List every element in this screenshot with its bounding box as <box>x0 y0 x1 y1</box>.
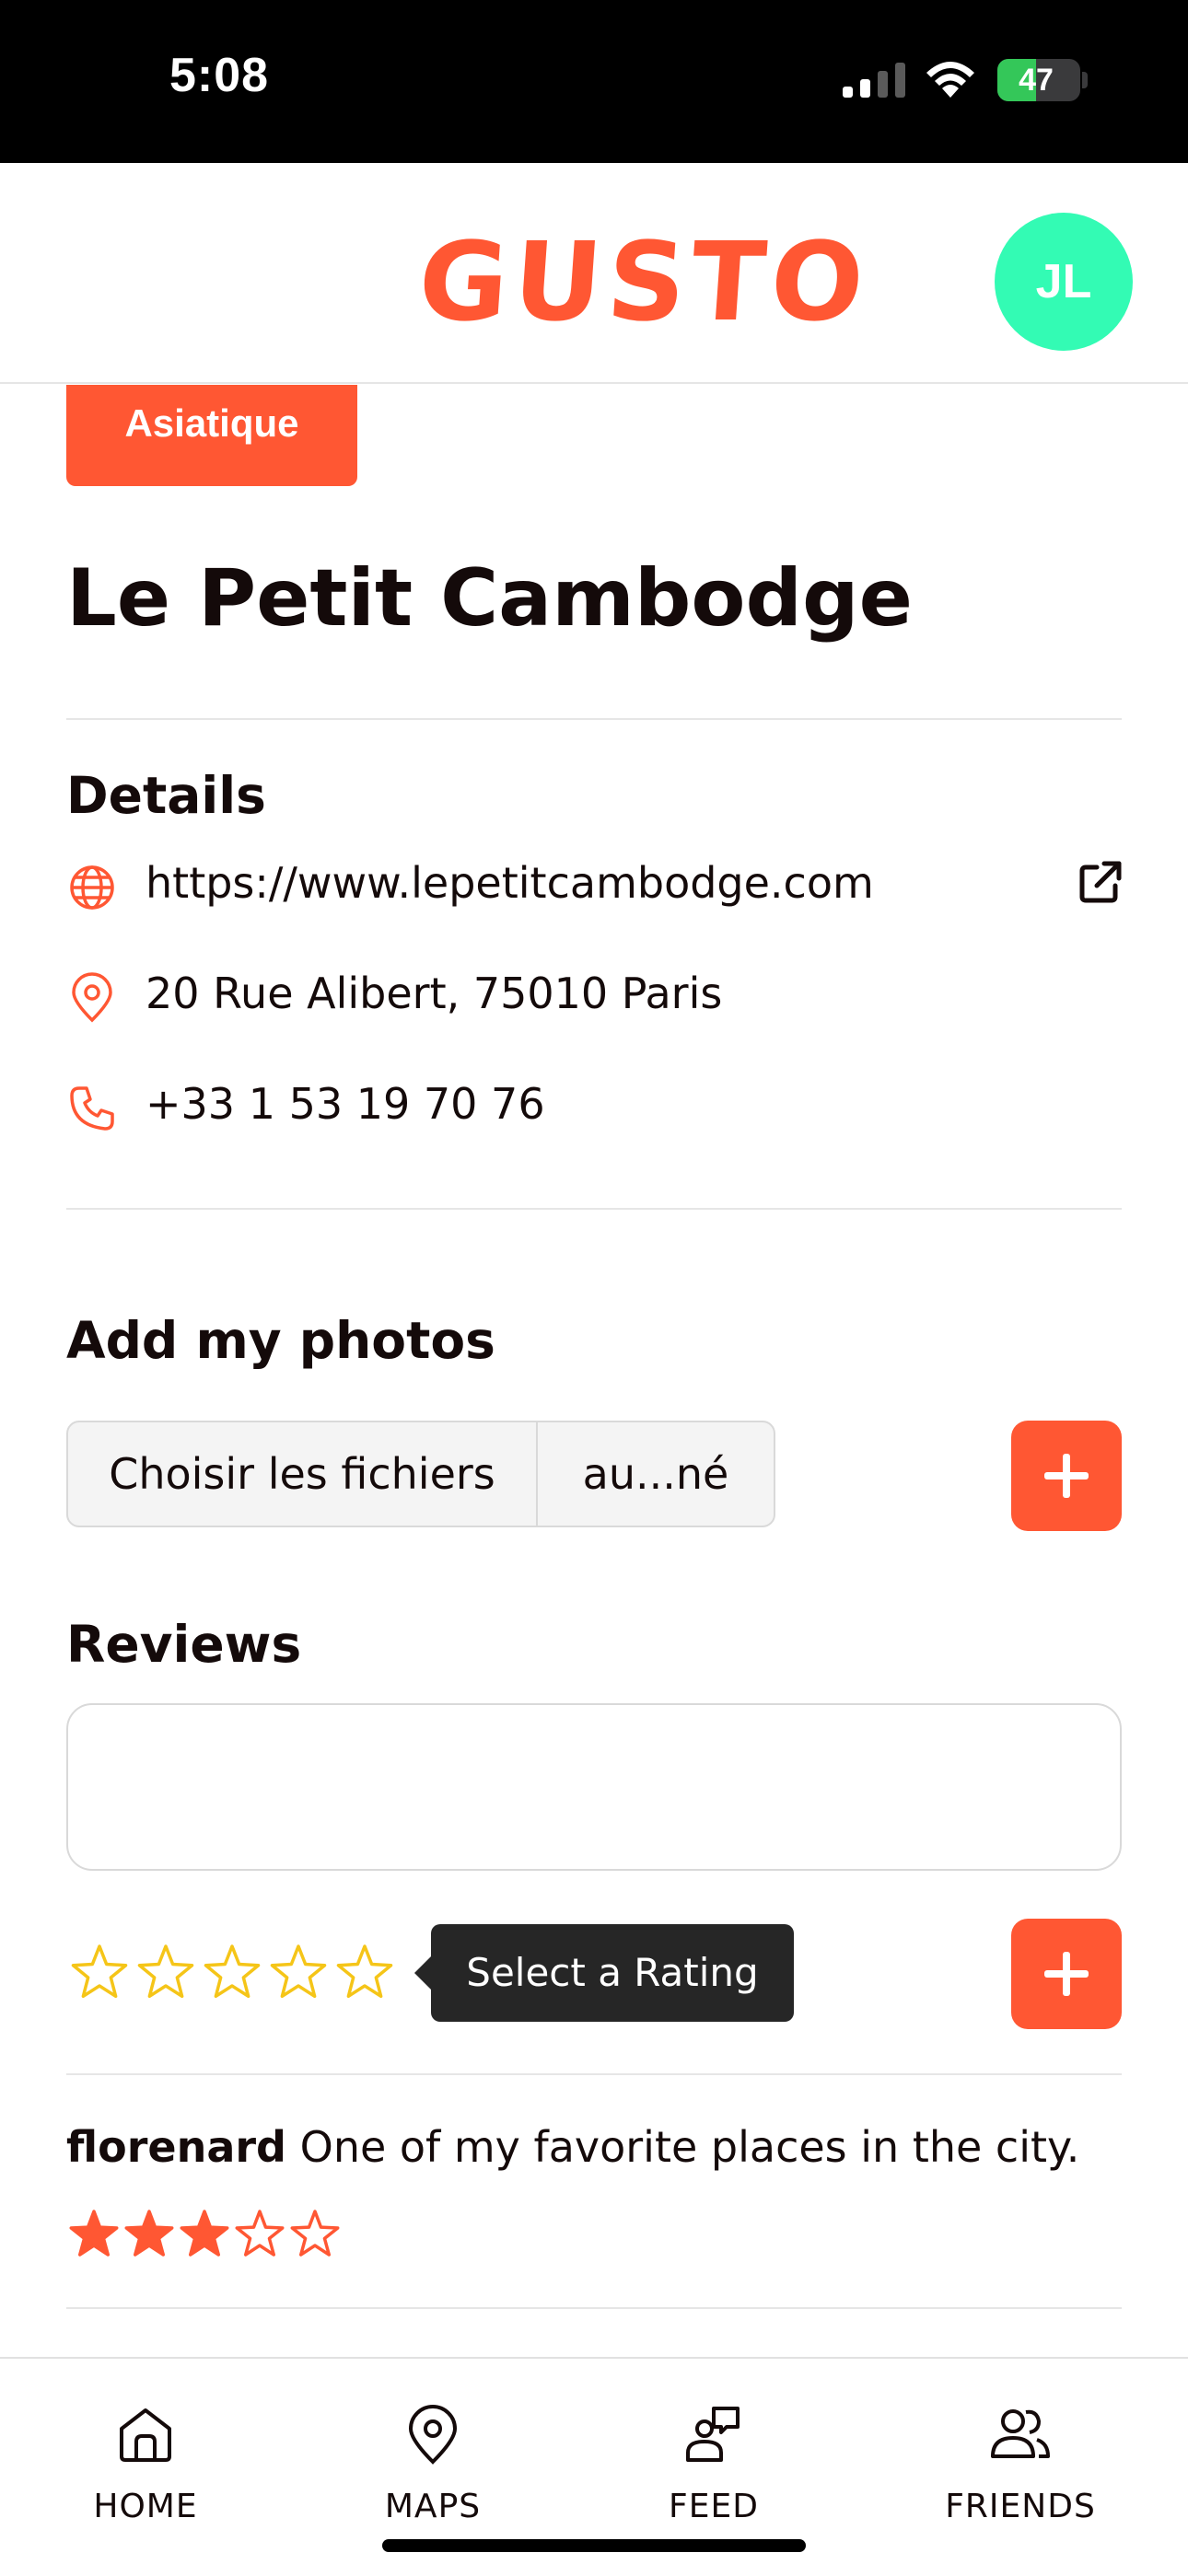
website-link[interactable]: https://www.lepetitcambodge.com <box>146 858 874 908</box>
add-review-button[interactable] <box>1011 1919 1122 2029</box>
home-indicator <box>382 2539 806 2552</box>
address-row: 20 Rue Alibert, 75010 Paris <box>66 967 1125 1031</box>
rating-star-empty-icon[interactable] <box>71 1944 128 1999</box>
category-tag: Asiatique <box>66 385 357 486</box>
battery-cap <box>1082 72 1088 88</box>
battery-icon: 47 <box>997 59 1080 101</box>
status-time: 5:08 <box>169 49 270 102</box>
photos-heading: Add my photos <box>66 1311 495 1370</box>
tooltip-arrow <box>414 1956 431 1990</box>
battery-percentage: 47 <box>1019 63 1054 98</box>
divider <box>66 2073 1122 2075</box>
rating-star-empty-icon[interactable] <box>270 1944 327 1999</box>
nav-friends[interactable]: FRIENDS <box>910 2359 1131 2543</box>
nav-home[interactable]: HOME <box>35 2359 256 2543</box>
nav-label: HOME <box>93 2488 198 2525</box>
chat-bubbles-icon <box>686 2407 740 2462</box>
photo-file-input[interactable]: Choisir les fichiers au...né <box>66 1421 775 1527</box>
review-text: One of my favorite places in the city. <box>299 2122 1080 2172</box>
website-row[interactable]: https://www.lepetitcambodge.com <box>66 856 1125 921</box>
rating-star-selector[interactable] <box>66 1941 398 2005</box>
app-logo[interactable]: GUSTO <box>414 218 873 345</box>
nav-label: FRIENDS <box>945 2488 1096 2525</box>
rating-star-empty-icon[interactable] <box>137 1944 194 1999</box>
user-avatar[interactable]: JL <box>995 213 1133 351</box>
divider <box>66 2307 1122 2309</box>
map-pin-icon <box>408 2405 458 2465</box>
review-star-empty-icon <box>235 2210 285 2257</box>
nav-label: FEED <box>669 2488 759 2525</box>
review-star-empty-icon <box>290 2210 340 2257</box>
nav-maps[interactable]: MAPS <box>322 2359 543 2543</box>
status-bar: 5:08 47 <box>0 0 1188 163</box>
address-text: 20 Rue Alibert, 75010 Paris <box>146 969 723 1018</box>
cellular-signal-icon <box>843 63 905 98</box>
users-icon <box>991 2409 1050 2458</box>
review-item: florenard One of my favorite places in t… <box>66 2122 1079 2172</box>
phone-row[interactable]: +33 1 53 19 70 76 <box>66 1077 1125 1142</box>
review-text-input[interactable] <box>66 1703 1122 1871</box>
review-rating <box>69 2210 340 2257</box>
review-star-filled-icon <box>124 2210 174 2257</box>
reviews-heading: Reviews <box>66 1615 302 1674</box>
rating-star-empty-icon[interactable] <box>336 1944 393 1999</box>
restaurant-name: Le Petit Cambodge <box>66 552 913 644</box>
wifi-icon <box>926 62 974 98</box>
divider <box>66 718 1122 720</box>
phone-number[interactable]: +33 1 53 19 70 76 <box>146 1079 545 1129</box>
app-header: GUSTO JL <box>0 163 1188 384</box>
add-photo-button[interactable] <box>1011 1421 1122 1531</box>
nav-label: MAPS <box>384 2488 482 2525</box>
selected-file-name: au...né <box>582 1449 729 1499</box>
home-icon <box>120 2408 171 2462</box>
rating-tooltip: Select a Rating <box>431 1924 794 2022</box>
choose-files-button[interactable]: Choisir les fichiers <box>68 1422 538 1526</box>
phone-icon <box>70 1086 114 1131</box>
review-star-filled-icon <box>180 2210 229 2257</box>
rating-star-empty-icon[interactable] <box>204 1944 261 1999</box>
external-link-icon[interactable] <box>1075 856 1126 908</box>
review-star-filled-icon <box>69 2210 119 2257</box>
details-heading: Details <box>66 766 266 825</box>
nav-feed[interactable]: FEED <box>603 2359 824 2543</box>
review-username[interactable]: florenard <box>66 2122 286 2172</box>
location-pin-icon <box>72 972 112 1023</box>
divider <box>66 1208 1122 1210</box>
globe-icon <box>70 865 114 910</box>
